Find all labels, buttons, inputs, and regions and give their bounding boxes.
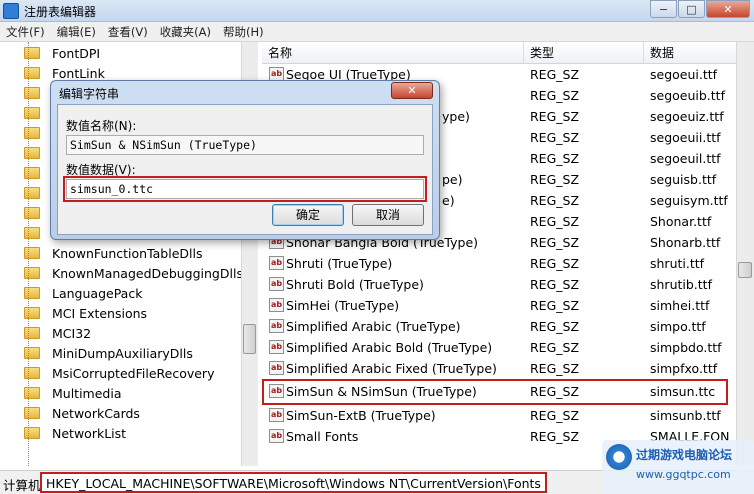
dialog-body: 数值名称(N): SimSun & NSimSun (TrueType) 数值数… xyxy=(57,104,433,235)
string-value-icon: ab xyxy=(269,384,284,398)
folder-icon xyxy=(24,207,40,219)
tree-item[interactable]: NetworkList xyxy=(24,423,126,443)
watermark-site-name: 过期游戏电脑论坛 xyxy=(636,448,733,462)
folder-icon xyxy=(24,307,40,319)
folder-icon xyxy=(24,327,40,339)
table-row[interactable]: ab Shruti (TrueType) REG_SZ shruti.ttf xyxy=(262,253,736,274)
folder-icon xyxy=(24,247,40,259)
cancel-button[interactable]: 取消 xyxy=(352,204,424,226)
list-scrollbar-thumb[interactable] xyxy=(738,262,752,278)
menu-edit[interactable]: 编辑(E) xyxy=(51,22,102,42)
folder-icon xyxy=(24,287,40,299)
table-row[interactable]: ab SimSun-ExtB (TrueType) REG_SZ simsunb.tt… xyxy=(262,405,736,426)
folder-icon xyxy=(24,87,40,99)
table-row[interactable]: ab Simplified Arabic (TrueType) REG_SZ simp… xyxy=(262,316,736,337)
watermark-url: www.ggqtpc.com xyxy=(636,468,731,481)
folder-icon xyxy=(24,267,40,279)
table-row-selected-simsun[interactable]: ab SimSun & NSimSun (TrueType) REG_SZ simsu… xyxy=(262,379,728,405)
ok-button[interactable]: 确定 xyxy=(272,204,344,226)
string-value-icon: ab xyxy=(269,361,284,375)
string-value-icon: ab xyxy=(269,256,284,270)
string-value-icon: ab xyxy=(269,277,284,291)
tree-item[interactable]: KnownManagedDebuggingDlls xyxy=(24,263,243,283)
menu-help[interactable]: 帮助(H) xyxy=(217,22,270,42)
string-value-icon: ab xyxy=(269,319,284,333)
minimize-button[interactable]: − xyxy=(650,0,677,18)
regedit-icon xyxy=(3,3,19,19)
string-value-icon: ab xyxy=(269,298,284,312)
list-header: 名称 类型 数据 xyxy=(262,42,754,64)
folder-icon xyxy=(24,107,40,119)
folder-icon xyxy=(24,127,40,139)
folder-icon xyxy=(24,147,40,159)
tree-item[interactable]: LanguagePack xyxy=(24,283,142,303)
watermark-logo-icon xyxy=(606,444,632,470)
status-key-path: HKEY_LOCAL_MACHINE\SOFTWARE\Microsoft\Wi… xyxy=(40,472,547,493)
folder-icon xyxy=(24,427,40,439)
edit-string-dialog: 编辑字符串 ✕ 数值名称(N): SimSun & NSimSun (TrueT… xyxy=(50,80,440,240)
tree-item[interactable]: KnownFunctionTableDlls xyxy=(24,243,203,263)
table-row[interactable]: ab SimHei (TrueType) REG_SZ simhei.ttf xyxy=(262,295,736,316)
table-row[interactable]: ab Simplified Arabic Bold (TrueType) REG_S… xyxy=(262,337,736,358)
tree-scrollbar-thumb[interactable] xyxy=(243,324,256,354)
window-title: 注册表编辑器 xyxy=(24,5,97,19)
tree-item[interactable]: MsiCorruptedFileRecovery xyxy=(24,363,214,383)
tree-item[interactable]: MiniDumpAuxiliaryDlls xyxy=(24,343,193,363)
maximize-button[interactable]: □ xyxy=(678,0,705,18)
table-row[interactable]: ab Shruti Bold (TrueType) REG_SZ shrutib.tt… xyxy=(262,274,736,295)
tree-item[interactable]: MCI Extensions xyxy=(24,303,147,323)
value-name-field: SimSun & NSimSun (TrueType) xyxy=(66,135,424,155)
list-scrollbar[interactable] xyxy=(736,42,754,466)
folder-icon xyxy=(24,167,40,179)
folder-icon xyxy=(24,407,40,419)
menu-bar: 文件(F) 编辑(E) 查看(V) 收藏夹(A) 帮助(H) xyxy=(0,22,754,42)
folder-icon xyxy=(24,47,40,59)
tree-connector-line xyxy=(28,42,29,466)
column-type-header[interactable]: 类型 xyxy=(524,42,644,64)
string-value-icon: ab xyxy=(269,67,284,81)
tree-item[interactable]: MCI32 xyxy=(24,323,91,343)
site-watermark: 过期游戏电脑论坛 www.ggqtpc.com xyxy=(602,440,754,494)
menu-file[interactable]: 文件(F) xyxy=(0,22,51,42)
value-data-input[interactable]: simsun_0.ttc xyxy=(63,176,427,202)
status-computer-label: 计算机 xyxy=(3,478,41,493)
tree-item[interactable]: NetworkCards xyxy=(24,403,140,423)
tree-item[interactable]: Multimedia xyxy=(24,383,122,403)
window-controls: − □ ✕ xyxy=(649,0,750,18)
table-row[interactable]: ab Simplified Arabic Fixed (TrueType) REG_… xyxy=(262,358,736,379)
folder-icon xyxy=(24,387,40,399)
string-value-icon: ab xyxy=(269,408,284,422)
folder-icon xyxy=(24,187,40,199)
value-name-label: 数值名称(N): xyxy=(66,119,137,133)
dialog-title: 编辑字符串 xyxy=(59,87,120,101)
tree-item[interactable]: FontDPI xyxy=(24,43,100,63)
value-data-label: 数值数据(V): xyxy=(66,163,136,177)
column-name-header[interactable]: 名称 xyxy=(262,42,524,64)
string-value-icon: ab xyxy=(269,340,284,354)
dialog-close-button[interactable]: ✕ xyxy=(391,82,433,99)
folder-icon xyxy=(24,67,40,79)
menu-view[interactable]: 查看(V) xyxy=(102,22,154,42)
folder-icon xyxy=(24,227,40,239)
menu-favorites[interactable]: 收藏夹(A) xyxy=(154,22,217,42)
close-button[interactable]: ✕ xyxy=(706,0,750,18)
folder-icon xyxy=(24,367,40,379)
string-value-icon: ab xyxy=(269,429,284,443)
title-bar: 注册表编辑器 − □ ✕ xyxy=(0,0,754,22)
folder-icon xyxy=(24,347,40,359)
